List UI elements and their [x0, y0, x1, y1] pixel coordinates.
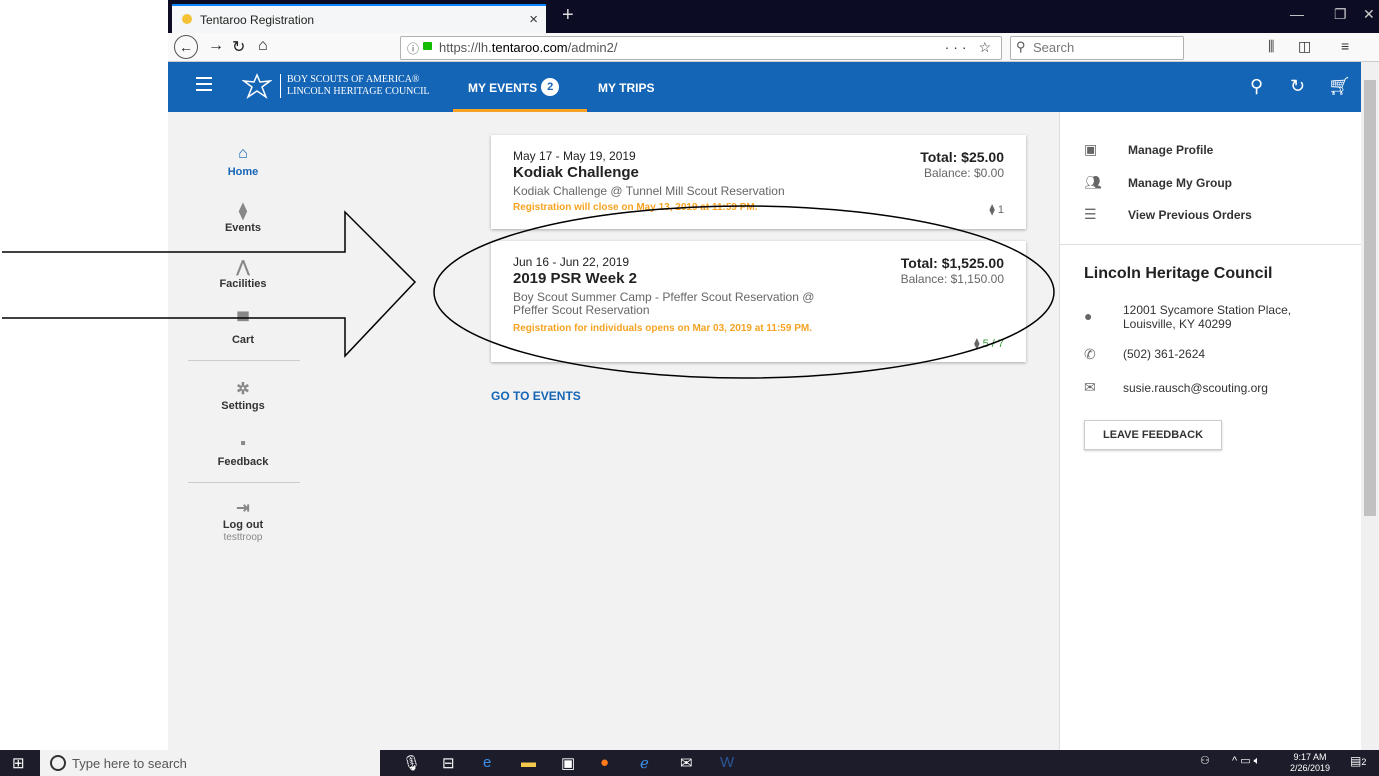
task-view-icon[interactable]: ⊟	[442, 754, 455, 772]
firefox-icon[interactable]: ●	[600, 754, 609, 771]
windows-taskbar: ⊞ Type here to search 🎙︎ ⊟ e ▬ ▣ ● ℯ ✉ W…	[0, 750, 1379, 776]
edge-icon[interactable]: e	[483, 754, 491, 771]
annotation-arrow	[2, 210, 417, 358]
people-icon[interactable]: ⚇	[1200, 754, 1210, 767]
annotation-ellipse	[433, 205, 1055, 379]
tray-icons[interactable]: ^ ▭ 🔈︎	[1232, 754, 1260, 768]
notifications-icon[interactable]: ▤2	[1350, 754, 1366, 768]
mail-icon[interactable]: ✉	[680, 754, 693, 772]
word-icon[interactable]: W	[720, 754, 734, 771]
cortana-icon	[50, 755, 66, 771]
taskbar-clock[interactable]: 9:17 AM 2/26/2019	[1290, 752, 1330, 774]
windows-start-icon[interactable]: ⊞	[12, 754, 25, 772]
annotation-overlay	[2, 205, 1055, 379]
file-explorer-icon[interactable]: ▬	[521, 754, 536, 771]
microphone-icon[interactable]: 🎙︎	[402, 754, 421, 772]
taskbar-search-input[interactable]: Type here to search	[40, 750, 380, 776]
internet-explorer-icon[interactable]: ℯ	[640, 754, 649, 772]
store-icon[interactable]: ▣	[561, 754, 575, 772]
